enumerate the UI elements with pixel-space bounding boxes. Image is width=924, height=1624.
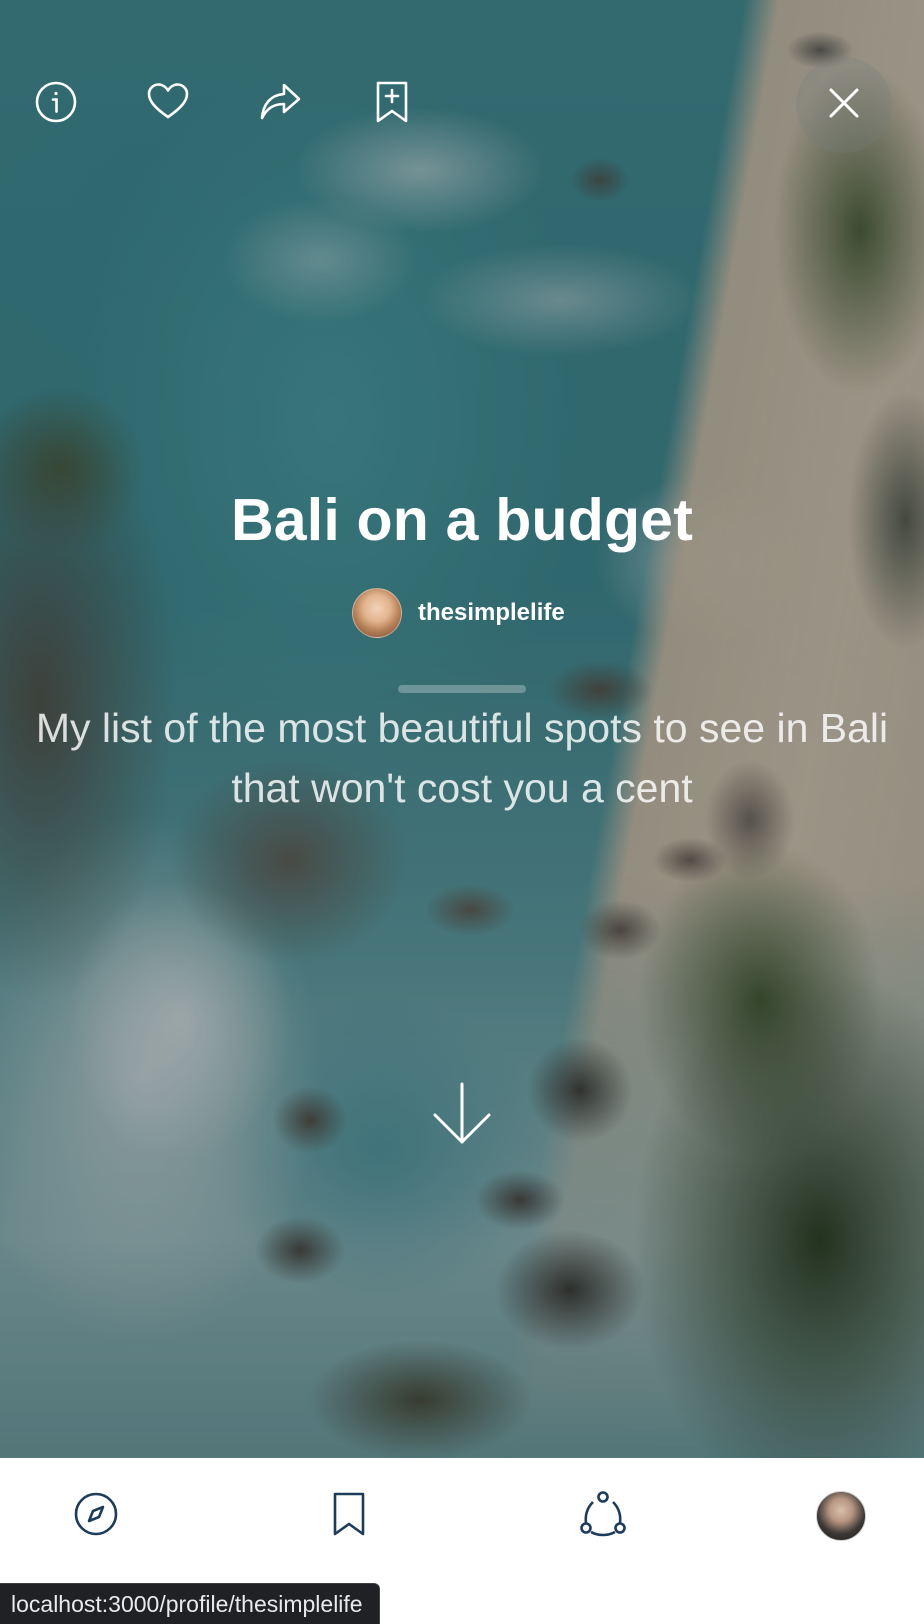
nav-network[interactable] — [563, 1476, 643, 1556]
bookmark-plus-icon — [369, 79, 415, 129]
bookmark-icon — [325, 1490, 373, 1542]
info-button[interactable] — [28, 76, 84, 132]
hero-cover-image: Bali on a budget thesimplelife My list o… — [0, 0, 924, 1458]
compass-icon — [72, 1490, 120, 1542]
nav-saved[interactable] — [309, 1476, 389, 1556]
heart-icon — [145, 79, 191, 129]
share-button[interactable] — [252, 76, 308, 132]
nav-explore[interactable] — [56, 1476, 136, 1556]
save-to-list-button[interactable] — [364, 76, 420, 132]
avatar — [816, 1491, 866, 1541]
author-avatar — [352, 588, 402, 638]
share-arrow-icon — [257, 79, 303, 129]
like-button[interactable] — [140, 76, 196, 132]
list-description: My list of the most beautiful spots to s… — [35, 705, 889, 811]
close-icon — [826, 85, 862, 125]
link-status-url: localhost:3000/profile/thesimplelife — [0, 1583, 380, 1624]
nav-profile[interactable] — [801, 1476, 881, 1556]
connections-icon — [579, 1490, 627, 1542]
arrow-down-icon — [430, 1082, 494, 1152]
author-name: thesimplelife — [418, 599, 565, 626]
info-icon — [33, 79, 79, 129]
author-link[interactable]: thesimplelife — [352, 588, 565, 638]
list-title: Bali on a budget — [230, 487, 694, 553]
close-button[interactable] — [796, 57, 892, 153]
list-detail-screen: Bali on a budget thesimplelife My list o… — [0, 0, 924, 1624]
title-divider — [398, 685, 526, 693]
scroll-down-button[interactable] — [430, 1080, 494, 1148]
